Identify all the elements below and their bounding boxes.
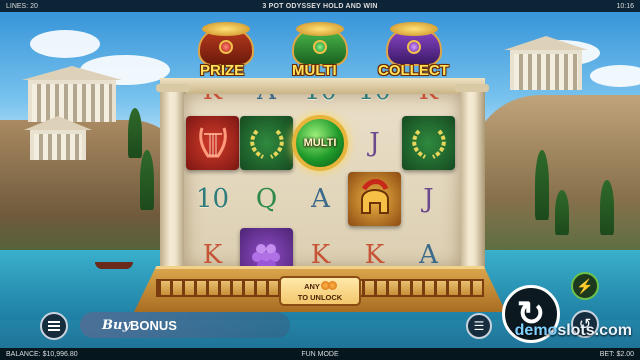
left-small-temple <box>30 130 86 160</box>
collect-pot-label: COLLECT <box>378 62 449 79</box>
multi-pot-label: MULTI <box>292 62 337 79</box>
symbol-a: A <box>240 94 293 118</box>
buy-bonus-button[interactable]: Buy BONUS <box>80 312 290 338</box>
right-temple <box>510 50 582 90</box>
lines-count: LINES: 20 <box>6 2 38 10</box>
symbol-k: K <box>364 240 385 269</box>
turbo-button[interactable]: ⚡ <box>571 272 599 300</box>
left-temple <box>28 80 116 122</box>
symbol-k: K <box>310 240 331 269</box>
clock: 10:16 <box>616 2 634 10</box>
grapes-icon <box>251 244 280 269</box>
symbol-k: K <box>186 94 239 118</box>
lyre-icon <box>198 127 227 158</box>
coin-icon <box>327 281 337 290</box>
balance: BALANCE: $10,996.80 <box>6 350 78 358</box>
symbol-a: A <box>419 240 438 269</box>
bet-settings-button[interactable]: ☰ <box>466 313 492 339</box>
grapes-symbol <box>240 228 293 269</box>
bet-amount: BET: $2.00 <box>599 350 634 358</box>
unlock-hint: ANY TO UNLOCK <box>279 276 361 306</box>
buy-label: Buy <box>102 317 130 333</box>
symbol-a: A <box>311 184 330 214</box>
multi-orb-symbol: MULTI <box>291 115 349 171</box>
lyre-symbol <box>186 116 239 170</box>
multi-orb-label: MULTI <box>303 137 337 149</box>
helmet-symbol <box>348 172 401 226</box>
symbol-10: 10 <box>348 94 401 118</box>
symbol-k: K <box>202 240 223 269</box>
unlock-text: TO UNLOCK <box>297 293 343 302</box>
collect-pot <box>382 22 446 66</box>
symbol-j: J <box>423 184 434 214</box>
hamburger-menu-icon <box>48 325 60 327</box>
unlock-any: ANY <box>304 282 320 291</box>
watermark-domain: slots.com <box>557 322 632 339</box>
prize-pot <box>194 22 258 66</box>
game-mode: FUN MODE <box>301 350 339 358</box>
laurel-wreath-icon <box>249 129 284 159</box>
right-column <box>455 84 489 280</box>
top-status-bar: LINES: 20 3 POT ODYSSEY HOLD AND WIN 10:… <box>0 0 640 12</box>
symbol-q: Q <box>255 184 278 214</box>
left-column <box>156 84 190 280</box>
watermark-demo: demo <box>514 322 558 339</box>
menu-button[interactable] <box>40 312 68 340</box>
laurel-wreath-icon <box>411 129 446 159</box>
symbol-k: K <box>402 94 455 118</box>
spartan-helmet-icon <box>360 179 389 214</box>
symbol-10: 10 <box>195 184 230 214</box>
reel-grid: K A 10 10 K MULTI J <box>184 94 461 269</box>
bonus-label: BONUS <box>130 317 177 333</box>
reel-frame: K A 10 10 K MULTI J <box>156 78 489 280</box>
watermark: demoslots.com <box>515 322 632 340</box>
game-title: 3 POT ODYSSEY HOLD AND WIN <box>262 2 378 10</box>
bottom-status-bar: BALANCE: $10,996.80 FUN MODE BET: $2.00 <box>0 348 640 360</box>
laurel-symbol <box>240 116 293 170</box>
lightning-icon: ⚡ <box>576 277 594 294</box>
multi-pot <box>288 22 352 66</box>
coin-stack-icon: ☰ <box>473 319 485 333</box>
boat <box>95 262 133 269</box>
laurel-symbol <box>402 116 455 170</box>
symbol-j: J <box>369 128 380 158</box>
prize-pot-label: PRIZE <box>200 62 245 79</box>
